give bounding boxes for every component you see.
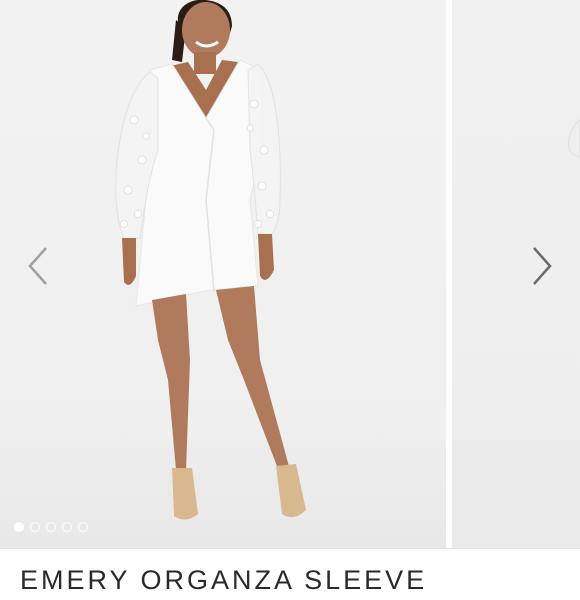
divider bbox=[0, 548, 580, 549]
next-image-button[interactable] bbox=[526, 244, 556, 288]
left-leg bbox=[152, 294, 190, 470]
left-shoe bbox=[172, 468, 198, 520]
pagination-dot-5[interactable] bbox=[78, 522, 88, 532]
pagination-dot-2[interactable] bbox=[30, 522, 40, 532]
right-leg bbox=[216, 286, 290, 474]
listing-title: EMERY ORGANZA SLEEVE bbox=[20, 565, 428, 595]
pagination-dot-3[interactable] bbox=[46, 522, 56, 532]
product-photo bbox=[115, 0, 580, 520]
chevron-right-icon bbox=[533, 247, 552, 285]
pagination-dot-1[interactable] bbox=[14, 522, 24, 532]
carousel-pagination bbox=[14, 520, 88, 534]
next-slide-sleeve-edge bbox=[568, 119, 580, 159]
chevron-left-icon bbox=[28, 247, 47, 285]
left-hand bbox=[122, 238, 136, 285]
model-face bbox=[182, 2, 230, 58]
product-image-carousel[interactable] bbox=[0, 0, 580, 548]
right-hand bbox=[258, 234, 274, 280]
pagination-dot-4[interactable] bbox=[62, 522, 72, 532]
previous-image-button[interactable] bbox=[24, 244, 54, 288]
right-shoe bbox=[276, 464, 306, 518]
